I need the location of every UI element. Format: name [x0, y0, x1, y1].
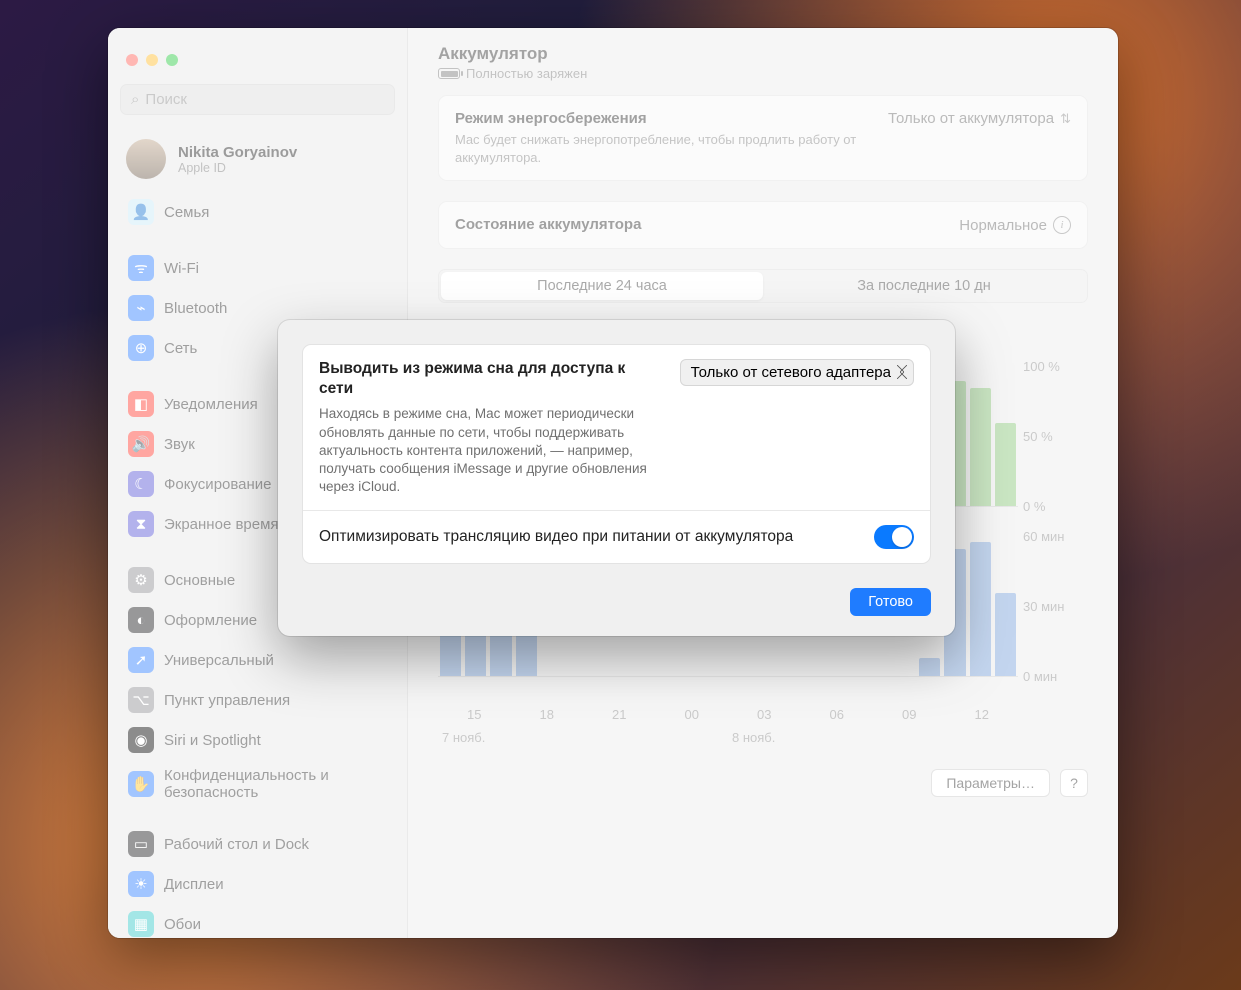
- done-button[interactable]: Готово: [850, 588, 931, 616]
- info-icon[interactable]: i: [1053, 216, 1071, 234]
- search-input[interactable]: [145, 91, 384, 108]
- wake-title: Выводить из режима сна для доступа к сет…: [319, 359, 664, 399]
- help-button[interactable]: ?: [1060, 769, 1088, 797]
- sidebar-icon: ᯤ: [128, 255, 154, 281]
- account-sub: Apple ID: [178, 161, 297, 175]
- sidebar-item-label: Сеть: [164, 340, 197, 357]
- sidebar-item[interactable]: ✋ Конфиденциальность и безопасность: [120, 761, 395, 807]
- avatar: [126, 139, 166, 179]
- sidebar-item-label: Семья: [164, 204, 209, 221]
- low-power-value: Только от аккумулятора: [888, 110, 1054, 127]
- wake-sub: Находясь в режиме сна, Mac может периоди…: [319, 405, 649, 496]
- minimize-button[interactable]: [146, 54, 158, 66]
- options-button[interactable]: Параметры…: [931, 769, 1050, 797]
- sidebar-item-label: Siri и Spotlight: [164, 732, 261, 749]
- sidebar-icon: ➚: [128, 647, 154, 673]
- low-power-row[interactable]: Режим энергосбережения Mac будет снижать…: [439, 96, 1087, 180]
- wake-for-network-row: Выводить из режима сна для доступа к сет…: [303, 345, 930, 510]
- page-title: Аккумулятор: [438, 44, 1088, 64]
- sidebar-item-label: Wi-Fi: [164, 260, 199, 277]
- sidebar-icon: ◐: [128, 607, 154, 633]
- time-range-segment: Последние 24 часа За последние 10 дн: [438, 269, 1088, 303]
- maximize-button[interactable]: [166, 54, 178, 66]
- sidebar-item[interactable]: 👤 Семья: [120, 193, 395, 231]
- low-power-title: Режим энергосбережения: [455, 110, 868, 127]
- account-row[interactable]: Nikita Goryainov Apple ID: [120, 133, 395, 185]
- sidebar-icon: ⊕: [128, 335, 154, 361]
- sidebar-item-label: Звук: [164, 436, 195, 453]
- sidebar-icon: ⧗: [128, 511, 154, 537]
- battery-status: Полностью заряжен: [466, 66, 587, 81]
- sidebar-item[interactable]: ▭ Рабочий стол и Dock: [120, 825, 395, 863]
- sidebar-item[interactable]: ➚ Универсальный: [120, 641, 395, 679]
- sidebar-icon: ◧: [128, 391, 154, 417]
- sidebar-icon: ⌁: [128, 295, 154, 321]
- chevron-updown-icon: ⇅: [1060, 111, 1071, 127]
- sidebar-icon: ☾: [128, 471, 154, 497]
- sidebar-icon: ▦: [128, 911, 154, 937]
- sidebar-icon: ✋: [128, 771, 154, 797]
- sidebar-item[interactable]: ᯤ Wi-Fi: [120, 249, 395, 287]
- optimize-toggle[interactable]: [874, 525, 914, 549]
- sidebar-item-label: Фокусирование: [164, 476, 272, 493]
- tab-10d[interactable]: За последние 10 дн: [763, 272, 1085, 300]
- close-button[interactable]: [126, 54, 138, 66]
- sidebar-item[interactable]: ▦ Обои: [120, 905, 395, 938]
- sidebar-icon: ▭: [128, 831, 154, 857]
- sidebar-icon: ⚙: [128, 567, 154, 593]
- sidebar-item-label: Обои: [164, 916, 201, 933]
- sidebar-item-label: Универсальный: [164, 652, 274, 669]
- sidebar-icon: 👤: [128, 199, 154, 225]
- battery-icon: [438, 68, 460, 79]
- sidebar-item-label: Рабочий стол и Dock: [164, 836, 309, 853]
- sidebar-item-label: Дисплеи: [164, 876, 224, 893]
- sidebar-item-label: Конфиденциальность и безопасность: [164, 767, 387, 801]
- sidebar-item[interactable]: ☀ Дисплеи: [120, 865, 395, 903]
- sidebar-item-label: Пункт управления: [164, 692, 290, 709]
- wake-select[interactable]: Только от сетевого адаптера: [680, 359, 914, 386]
- sidebar-item-label: Экранное время: [164, 516, 279, 533]
- sidebar-item-label: Bluetooth: [164, 300, 227, 317]
- sidebar-item-label: Оформление: [164, 612, 257, 629]
- sidebar-icon: ☀: [128, 871, 154, 897]
- battery-health-row[interactable]: Состояние аккумулятора Нормальное i: [439, 202, 1087, 248]
- sidebar-icon: ⌥: [128, 687, 154, 713]
- sidebar-item-label: Уведомления: [164, 396, 258, 413]
- options-dialog: Выводить из режима сна для доступа к сет…: [278, 320, 955, 636]
- traffic-lights: [120, 38, 395, 84]
- health-value: Нормальное: [959, 217, 1047, 234]
- sidebar-icon: 🔊: [128, 431, 154, 457]
- account-name: Nikita Goryainov: [178, 144, 297, 161]
- search-icon: ⌕: [131, 91, 139, 108]
- search-field[interactable]: ⌕: [120, 84, 395, 115]
- sidebar-item-label: Основные: [164, 572, 235, 589]
- low-power-sub: Mac будет снижать энергопотребление, что…: [455, 131, 868, 166]
- sidebar-item[interactable]: ⌥ Пункт управления: [120, 681, 395, 719]
- tab-24h[interactable]: Последние 24 часа: [441, 272, 763, 300]
- health-title: Состояние аккумулятора: [455, 216, 641, 233]
- optimize-label: Оптимизировать трансляцию видео при пита…: [319, 527, 793, 547]
- sidebar-item[interactable]: ◉ Siri и Spotlight: [120, 721, 395, 759]
- optimize-video-row: Оптимизировать трансляцию видео при пита…: [303, 510, 930, 563]
- page-header: Аккумулятор Полностью заряжен: [438, 44, 1088, 81]
- sidebar-icon: ◉: [128, 727, 154, 753]
